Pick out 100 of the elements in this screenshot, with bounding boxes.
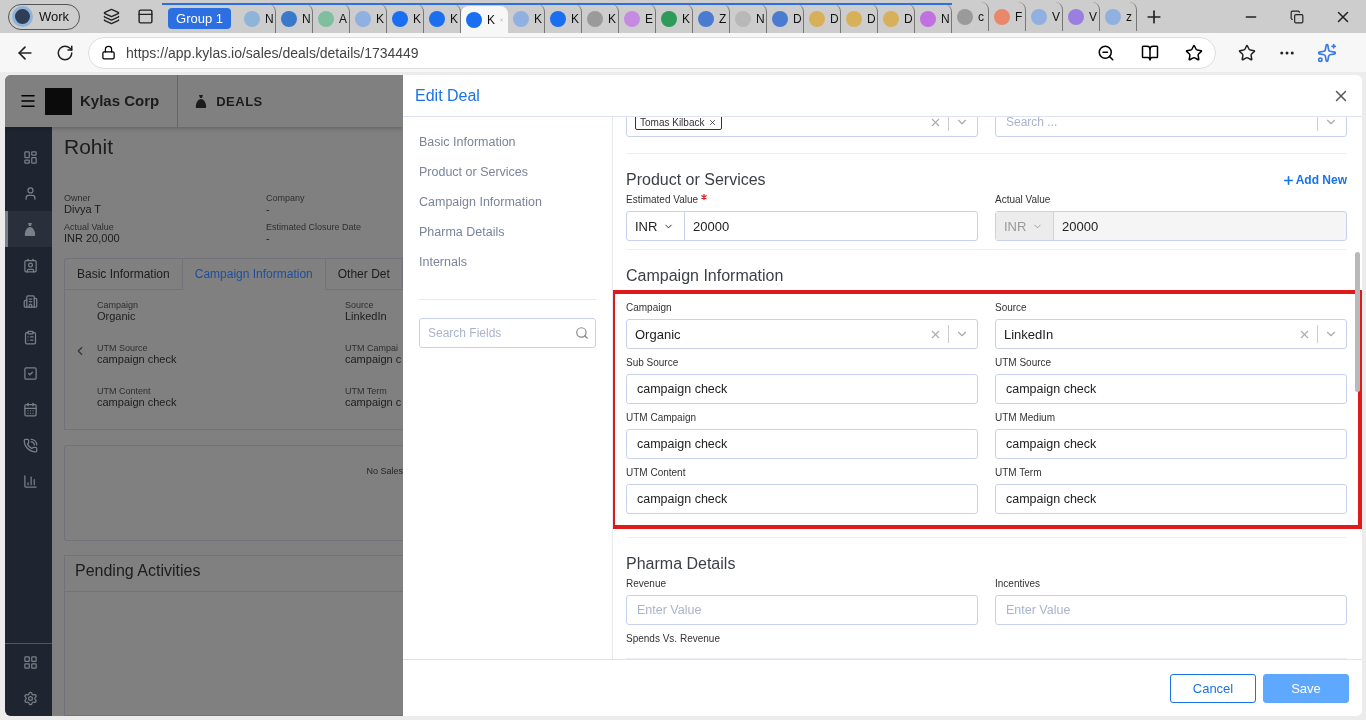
browser-tab[interactable]: V: [1063, 2, 1101, 31]
summary-label: Estimated Closure Date: [266, 222, 363, 232]
browser-tab[interactable]: V: [1026, 2, 1064, 31]
field-value: Organic: [97, 310, 137, 322]
currency-value: INR: [1004, 218, 1027, 234]
field-value: campaign check: [97, 396, 178, 408]
text-input[interactable]: campaign check: [1004, 491, 1338, 507]
text-input[interactable]: campaign check: [1004, 381, 1338, 397]
field-label: UTM Campai: [345, 343, 399, 353]
text-field[interactable]: campaign check: [995, 429, 1347, 459]
tab-group-label[interactable]: Group 1: [168, 8, 232, 29]
text-input[interactable]: Enter Value: [635, 602, 969, 618]
field-value: LinkedIn: [345, 310, 388, 322]
field-label: Estimated Value: [626, 194, 699, 205]
module-title: DEALS: [216, 93, 263, 109]
field-label: Spends Vs. Revenue: [626, 633, 720, 644]
card-title: Pending Activities: [65, 556, 403, 592]
select-field[interactable]: LinkedIn: [995, 319, 1347, 349]
company-name: Kylas Corp: [80, 75, 179, 127]
section-link[interactable]: Product or Services: [419, 165, 596, 195]
clear-icon[interactable]: [929, 117, 942, 129]
summary-label: Actual Value: [64, 222, 115, 232]
field-label: Actual Value: [995, 194, 1051, 205]
text-field[interactable]: Enter Value: [995, 595, 1347, 625]
browser-tab[interactable]: K: [461, 5, 509, 35]
field-label: Incentives: [995, 578, 1041, 589]
browser-tab[interactable]: z: [1100, 2, 1138, 31]
add-new-link[interactable]: Add New: [1295, 173, 1347, 187]
currency-field[interactable]: INR 20000: [626, 211, 978, 241]
address-bar[interactable]: https://app.kylas.io/sales/deals/details/1734449: [88, 36, 1216, 69]
field-label: UTM Content: [626, 467, 686, 478]
field-label: UTM Campaign: [626, 412, 697, 423]
field-label: Campaign: [97, 300, 140, 310]
text-field[interactable]: Enter Value: [626, 595, 978, 625]
summary-label: Owner: [64, 193, 92, 203]
scrollbar[interactable]: [1355, 252, 1360, 392]
summary-label: Company: [266, 193, 306, 203]
money-bag-icon: [194, 93, 209, 109]
select-value: Organic: [635, 326, 682, 342]
section-link[interactable]: Campaign Information: [419, 195, 596, 225]
deal-name: Rohit: [64, 135, 115, 160]
search-field[interactable]: Search Fields: [419, 318, 596, 348]
field-label: Revenue: [626, 578, 667, 589]
url-text: https://app.kylas.io/sales/deals/details/1734449: [126, 44, 420, 61]
text-input[interactable]: campaign check: [635, 436, 969, 452]
select-field[interactable]: Organic: [626, 319, 978, 349]
field-label: UTM Term: [345, 386, 388, 396]
summary-value: -: [266, 232, 271, 244]
summary-value: INR 20,000: [64, 232, 121, 244]
text-input[interactable]: Enter Value: [1004, 602, 1338, 618]
field-label: UTM Medium: [995, 412, 1055, 423]
text-field[interactable]: campaign check: [995, 484, 1347, 514]
text-input[interactable]: campaign check: [635, 491, 969, 507]
value-input[interactable]: 20000: [691, 217, 969, 235]
text-input[interactable]: campaign check: [1004, 436, 1338, 452]
section-title: Pharma Details: [626, 555, 736, 573]
select-value: LinkedIn: [1004, 326, 1055, 342]
lock-icon: [101, 45, 116, 60]
section-title: Product or Services: [626, 171, 766, 189]
field-label: Campaign: [626, 302, 672, 313]
text-field[interactable]: campaign check: [995, 374, 1347, 404]
text-input[interactable]: campaign check: [635, 381, 969, 397]
money-bag-icon[interactable]: [5, 211, 52, 247]
field-label: Source: [345, 300, 375, 310]
select-field[interactable]: Tomas Kilback: [626, 117, 978, 137]
tag-chip[interactable]: Tomas Kilback: [635, 117, 723, 130]
remove-icon[interactable]: [708, 117, 718, 127]
section-link[interactable]: Pharma Details: [419, 225, 596, 255]
search-input[interactable]: Search ...: [1004, 117, 1311, 130]
empty-message: No Sales: [366, 466, 403, 478]
browser-tab[interactable]: F: [989, 2, 1027, 31]
detail-tab[interactable]: Basic Information: [65, 259, 183, 290]
dialog-title: Edit Deal: [415, 86, 480, 105]
cancel-button[interactable]: Cancel: [1170, 673, 1256, 703]
text-field[interactable]: campaign check: [626, 374, 978, 404]
summary-value: -: [266, 203, 271, 215]
star-icon[interactable]: [1185, 43, 1203, 62]
field-value: campaign check: [97, 353, 178, 365]
search-select[interactable]: Search ...: [995, 117, 1347, 137]
logo-icon: [45, 87, 72, 115]
detail-tab[interactable]: Other Det: [325, 259, 403, 290]
section-title: Campaign Information: [626, 267, 784, 285]
section-link[interactable]: Basic Information: [419, 135, 596, 165]
zoom-out-icon[interactable]: [1097, 43, 1115, 62]
currency-value: INR: [635, 218, 658, 234]
plus-icon[interactable]: [1281, 173, 1295, 187]
menu-icon[interactable]: [19, 92, 37, 110]
field-label: Source: [995, 302, 1027, 313]
tag-label: Tomas Kilback: [640, 117, 705, 128]
section-link[interactable]: Internals: [419, 255, 596, 285]
browser-tab[interactable]: c: [952, 2, 990, 31]
field-label: UTM Content: [97, 386, 152, 396]
search-icon[interactable]: [575, 326, 589, 340]
search-input[interactable]: Search Fields: [426, 325, 571, 341]
text-field[interactable]: campaign check: [626, 484, 978, 514]
summary-value: Divya T: [64, 203, 103, 215]
field-label: Sub Source: [626, 357, 679, 368]
text-field[interactable]: campaign check: [626, 429, 978, 459]
field-label: UTM Source: [995, 357, 1052, 368]
field-label: UTM Source: [97, 343, 149, 353]
